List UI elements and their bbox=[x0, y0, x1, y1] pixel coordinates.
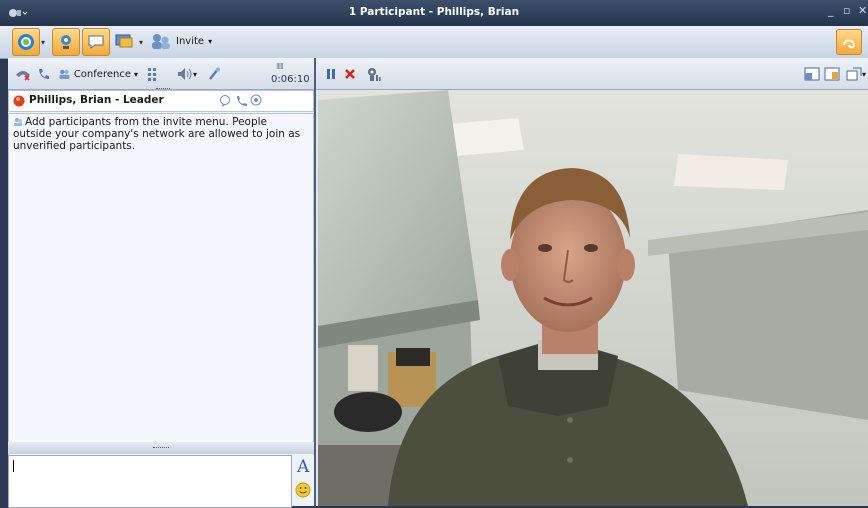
mute-button[interactable] bbox=[205, 65, 223, 83]
im-button[interactable] bbox=[82, 28, 110, 56]
layout-icon bbox=[824, 67, 840, 81]
close-button[interactable]: ✕ bbox=[858, 4, 867, 17]
minimize-button[interactable]: _ bbox=[828, 4, 834, 17]
chat-bubble-icon bbox=[88, 35, 104, 49]
splitter-grip bbox=[153, 447, 169, 450]
title-bar: 1 Participant - Phillips, Brian _ ▫ ✕ bbox=[0, 0, 868, 26]
chevron-down-icon: ▾ bbox=[133, 69, 138, 79]
video-settings-button[interactable] bbox=[364, 65, 382, 83]
emoticon-icon[interactable] bbox=[295, 482, 311, 498]
pop-out-icon bbox=[846, 67, 862, 81]
invite-button[interactable]: Invite ▾ bbox=[150, 29, 220, 53]
dialpad-icon bbox=[148, 68, 156, 81]
chevron-down-icon: ▾ bbox=[208, 36, 213, 46]
participant-name: Phillips, Brian - Leader bbox=[29, 94, 164, 106]
chat-icon[interactable] bbox=[219, 95, 231, 107]
restore-button[interactable]: ▫ bbox=[843, 4, 850, 17]
conference-button[interactable]: Conference ▾ bbox=[58, 64, 138, 84]
camera-settings-icon bbox=[368, 68, 381, 81]
microphone-icon bbox=[209, 67, 220, 80]
pip-icon bbox=[804, 67, 820, 81]
video-feed bbox=[318, 90, 868, 506]
compose-tools: A bbox=[292, 455, 314, 506]
swirl-logo-icon bbox=[843, 39, 856, 49]
conference-label: Conference bbox=[73, 68, 131, 80]
phone-video-icon[interactable] bbox=[235, 94, 263, 108]
share-desktop-button[interactable] bbox=[112, 30, 136, 52]
webcam-icon bbox=[61, 35, 71, 49]
pause-video-button[interactable] bbox=[324, 66, 338, 82]
call-toolbar: Conference ▾ ▾ IIIII 0:06:10 bbox=[8, 58, 314, 90]
resize-grip[interactable] bbox=[156, 88, 170, 91]
font-button[interactable]: A bbox=[297, 457, 309, 477]
picture-in-picture-button[interactable] bbox=[803, 65, 821, 83]
video-pane: ▾ bbox=[316, 58, 868, 506]
conference-icon bbox=[59, 69, 70, 79]
communicator-button[interactable] bbox=[12, 28, 40, 56]
video-toolbar: ▾ bbox=[316, 58, 868, 90]
communicator-icon bbox=[18, 34, 34, 50]
speaker-icon bbox=[177, 68, 192, 80]
call-timer: 0:06:10 bbox=[271, 74, 310, 85]
message-input[interactable] bbox=[8, 455, 292, 508]
participant-row[interactable]: Phillips, Brian - Leader bbox=[8, 88, 314, 112]
desktop-share-icon bbox=[115, 34, 133, 48]
add-people-icon bbox=[152, 34, 170, 49]
stop-video-button[interactable] bbox=[343, 66, 357, 82]
chevron-down-icon[interactable]: ▾ bbox=[139, 38, 143, 47]
text-cursor bbox=[13, 460, 14, 472]
call-button[interactable] bbox=[36, 66, 54, 82]
pop-out-button[interactable]: ▾ bbox=[844, 65, 868, 83]
main-toolbar: ▾ ▾ Invite ▾ bbox=[0, 26, 868, 59]
dialpad-button[interactable] bbox=[145, 65, 163, 83]
side-by-side-button[interactable] bbox=[823, 65, 841, 83]
hang-up-icon bbox=[16, 71, 30, 81]
pause-icon bbox=[327, 69, 335, 79]
invite-label: Invite bbox=[176, 35, 205, 47]
conversation-history: Add participants from the invite menu. P… bbox=[8, 113, 314, 497]
conversation-pane: Conference ▾ ▾ IIIII 0:06:10 Phillips, B… bbox=[8, 58, 316, 508]
webcam-image bbox=[318, 90, 868, 506]
compose-area: A bbox=[8, 455, 314, 508]
presence-busy-icon bbox=[13, 95, 25, 107]
video-button[interactable] bbox=[52, 28, 80, 56]
info-message: Add participants from the invite menu. P… bbox=[13, 116, 301, 152]
window-title: 1 Participant - Phillips, Brian bbox=[348, 6, 520, 18]
volume-button[interactable]: ▾ bbox=[172, 65, 202, 83]
chevron-down-icon: ▾ bbox=[192, 69, 197, 79]
pane-splitter[interactable] bbox=[8, 442, 314, 454]
chevron-down-icon[interactable]: ▾ bbox=[41, 38, 45, 47]
options-button[interactable] bbox=[836, 29, 862, 55]
close-icon bbox=[345, 69, 355, 79]
signal-bars: IIIII bbox=[276, 62, 284, 71]
phone-icon bbox=[39, 69, 49, 79]
hang-up-button[interactable] bbox=[14, 66, 32, 82]
chevron-down-icon: ▾ bbox=[861, 69, 866, 79]
